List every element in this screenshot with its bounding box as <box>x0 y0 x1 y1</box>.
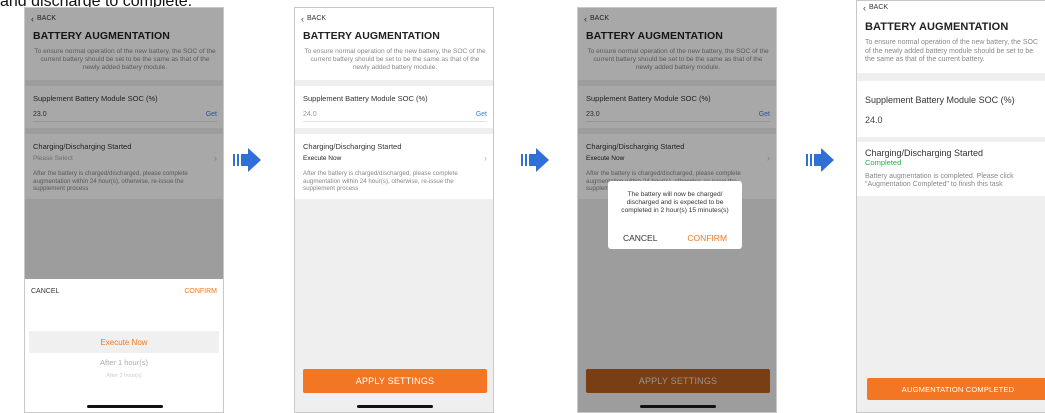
picker-option[interactable]: After 2 hour(s) <box>25 373 223 379</box>
phone-screen-confirm-dialog: ‹ BACK BATTERY AUGMENTATION To ensure no… <box>577 7 777 413</box>
page-title: BATTERY AUGMENTATION <box>865 21 1009 33</box>
charging-section: Charging/Discharging Started Completed B… <box>857 141 1045 196</box>
soc-label: Supplement Battery Module SOC (%) <box>865 94 1015 105</box>
charging-select[interactable]: Execute Now › <box>303 153 487 163</box>
back-label: BACK <box>869 4 889 11</box>
picker-cancel-button[interactable]: CANCEL <box>31 288 59 295</box>
picker-option[interactable]: After 1 hour(s) <box>25 358 223 367</box>
charging-note: After the battery is charged/discharged,… <box>303 170 458 192</box>
dialog-confirm-button[interactable]: CONFIRM <box>687 233 727 243</box>
picker-option-selected[interactable]: Execute Now <box>29 331 219 353</box>
charging-label: Charging/Discharging Started <box>303 142 402 151</box>
augmentation-completed-button[interactable]: AUGMENTATION COMPLETED <box>867 378 1045 400</box>
soc-value: 24.0 <box>865 114 883 125</box>
phone-screen-select-time: ‹ BACK BATTERY AUGMENTATION To ensure no… <box>24 7 224 413</box>
dialog-message: The battery will now be charged/ dischar… <box>621 191 729 214</box>
page-header: BATTERY AUGMENTATION To ensure normal op… <box>295 24 493 80</box>
phone-screen-completed: ‹ BACK BATTERY AUGMENTATION To ensure no… <box>856 0 1045 413</box>
charging-label: Charging/Discharging Started <box>865 147 984 158</box>
apply-settings-button[interactable]: APPLY SETTINGS <box>303 369 487 393</box>
completion-note: Battery augmentation is completed. Pleas… <box>865 172 1014 189</box>
chevron-left-icon: ‹ <box>863 2 866 13</box>
right-arrow-icon <box>521 148 549 172</box>
home-indicator <box>87 405 163 408</box>
soc-input[interactable]: 24.0 <box>303 111 317 118</box>
right-arrow-icon <box>233 148 261 172</box>
dialog-cancel-button[interactable]: CANCEL <box>623 233 657 243</box>
back-button[interactable]: ‹ BACK <box>857 1 1045 13</box>
back-label: BACK <box>307 15 327 22</box>
charging-section: Charging/Discharging Started Execute Now… <box>295 134 493 199</box>
page-header: BATTERY AUGMENTATION To ensure normal op… <box>857 13 1045 73</box>
home-indicator <box>357 405 433 408</box>
page-description: To ensure normal operation of the new ba… <box>865 39 1039 63</box>
get-button[interactable]: Get <box>476 111 487 118</box>
soc-label: Supplement Battery Module SOC (%) <box>303 94 428 103</box>
confirm-dialog: The battery will now be charged/ dischar… <box>608 181 742 249</box>
chevron-right-icon: › <box>484 153 487 163</box>
right-arrow-icon <box>806 148 834 172</box>
time-picker-sheet: CANCEL CONFIRM Execute Now After 1 hour(… <box>25 279 223 412</box>
page-title: BATTERY AUGMENTATION <box>303 30 440 42</box>
picker-confirm-button[interactable]: CONFIRM <box>184 288 217 295</box>
soc-section: Supplement Battery Module SOC (%) 24.0 <box>857 80 1045 137</box>
phone-screen-apply: ‹ BACK BATTERY AUGMENTATION To ensure no… <box>294 7 494 413</box>
status-completed: Completed <box>865 157 902 167</box>
soc-section: Supplement Battery Module SOC (%) 24.0 G… <box>295 86 493 128</box>
chevron-left-icon: ‹ <box>301 13 304 24</box>
charging-select-value: Execute Now <box>303 155 342 162</box>
back-button[interactable]: ‹ BACK <box>295 8 493 24</box>
page-description: To ensure normal operation of the new ba… <box>304 48 486 71</box>
home-indicator <box>640 405 716 408</box>
